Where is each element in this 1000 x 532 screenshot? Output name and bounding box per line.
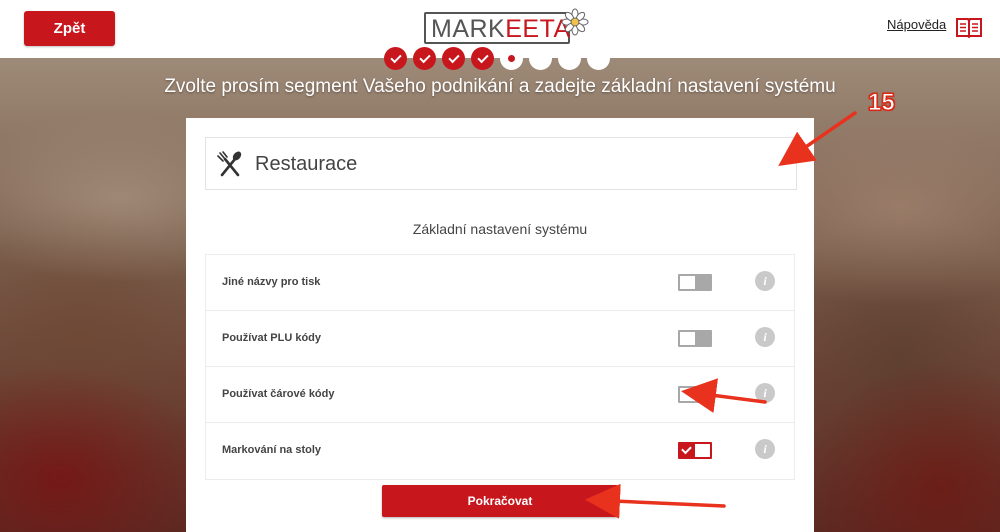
setting-toggle[interactable] <box>678 330 712 347</box>
flower-icon <box>561 8 589 36</box>
setting-toggle[interactable] <box>678 386 712 403</box>
segment-label: Restaurace <box>255 153 358 175</box>
segment-select[interactable]: Restaurace <box>205 137 797 190</box>
setting-row: Jiné názvy pro tisk i <box>206 255 794 311</box>
step-pending <box>529 47 552 70</box>
setting-row: Používat čárové kódy i <box>206 367 794 423</box>
step-completed <box>442 47 465 70</box>
setting-row: Markování na stoly i <box>206 423 794 479</box>
logo-text: MARKEETA <box>431 16 571 42</box>
step-pending <box>558 47 581 70</box>
cutlery-icon <box>217 151 242 177</box>
markeeta-logo: MARKEETA <box>424 8 590 48</box>
setting-label: Používat čárové kódy <box>222 388 335 400</box>
section-title: Základní nastavení systému <box>412 221 588 237</box>
help-link[interactable]: Nápověda <box>887 17 946 32</box>
settings-card: Restaurace Základní nastavení systému Ji… <box>186 118 814 532</box>
continue-button[interactable]: Pokračovat <box>382 485 618 517</box>
toggle-knob <box>680 388 695 401</box>
info-icon[interactable]: i <box>755 439 775 459</box>
step-completed <box>471 47 494 70</box>
setting-label: Markování na stoly <box>222 444 322 456</box>
toggle-knob <box>695 444 710 457</box>
setting-toggle[interactable] <box>678 274 712 291</box>
book-icon[interactable] <box>955 16 983 38</box>
settings-list: Jiné názvy pro tisk i Používat PLU kódy i Po… <box>205 254 795 480</box>
step-completed <box>384 47 407 70</box>
toggle-knob <box>680 276 695 289</box>
info-icon[interactable]: i <box>755 383 775 403</box>
info-icon[interactable]: i <box>755 327 775 347</box>
setting-row: Používat PLU kódy i <box>206 311 794 367</box>
toggle-knob <box>680 332 695 345</box>
step-current <box>500 47 523 70</box>
step-completed <box>413 47 436 70</box>
page-title: Zvolte prosím segment Vašeho podnikání a… <box>164 76 836 97</box>
setting-label: Používat PLU kódy <box>222 332 322 344</box>
info-icon[interactable]: i <box>755 271 775 291</box>
progress-steps <box>384 47 610 70</box>
step-pending <box>587 47 610 70</box>
setting-toggle[interactable] <box>678 442 712 459</box>
back-button[interactable]: Zpět <box>24 11 115 46</box>
logo-text-mark: MARK <box>431 15 506 43</box>
setting-label: Jiné názvy pro tisk <box>222 276 321 288</box>
